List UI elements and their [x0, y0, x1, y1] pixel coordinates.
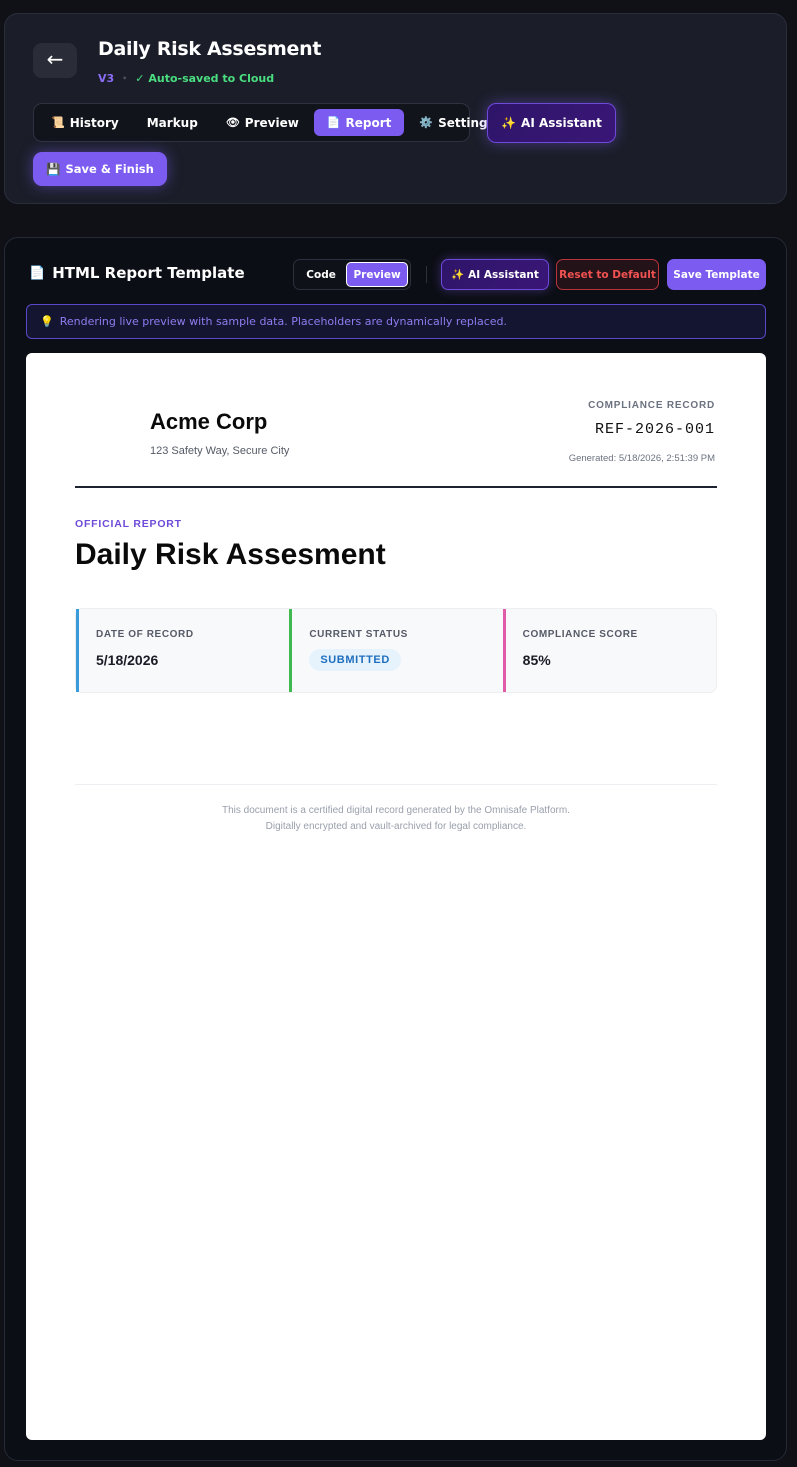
tab-preview[interactable]: 👁 Preview	[213, 109, 312, 136]
eye-icon: 👁	[225, 116, 240, 129]
button-label: AI Assistant	[521, 116, 602, 130]
generated-timestamp: Generated: 5/18/2026, 2:51:39 PM	[568, 453, 715, 464]
date-card: DATE OF RECORD 5/18/2026	[76, 609, 289, 692]
tab-label: Markup	[146, 115, 198, 130]
header-divider	[75, 486, 717, 488]
footer-line: Digitally encrypted and vault-archived f…	[265, 821, 527, 832]
document-icon: 📄	[29, 265, 46, 281]
sparkles-icon: ✨	[451, 269, 465, 281]
tab-markup[interactable]: Markup	[134, 109, 211, 136]
record-id: REF-2026-001	[594, 421, 715, 438]
company-name: Acme Corp	[150, 409, 268, 434]
reset-to-default-button[interactable]: Reset to Default	[556, 259, 659, 290]
footer-line: This document is a certified digital rec…	[222, 805, 570, 816]
tab-label: History	[69, 115, 119, 130]
company-address: 123 Safety Way, Secure City	[150, 445, 290, 457]
preview-notice: 💡 Rendering live preview with sample dat…	[26, 304, 766, 339]
card-label: CURRENT STATUS	[309, 629, 408, 640]
toolbar-divider	[426, 266, 427, 283]
status-badge: SUBMITTED	[309, 649, 401, 671]
card-accent	[289, 609, 293, 692]
card-label: DATE OF RECORD	[96, 629, 194, 640]
template-title: 📄 HTML Report Template	[29, 264, 245, 282]
button-label: Save & Finish	[65, 162, 154, 176]
lightbulb-icon: 💡	[40, 315, 54, 328]
editor-header: ← Daily Risk Assesment V3 • ✓ Auto-saved…	[4, 13, 787, 204]
card-value: 5/18/2026	[96, 652, 159, 668]
document-icon: 📄	[326, 116, 341, 129]
card-accent	[76, 609, 79, 692]
score-card: COMPLIANCE SCORE 85%	[502, 609, 716, 692]
ai-assistant-button[interactable]: ✨ AI Assistant	[487, 103, 616, 143]
back-button[interactable]: ←	[33, 43, 77, 78]
preview-mode-button[interactable]: Preview	[346, 262, 408, 287]
autosave-status: ✓ Auto-saved to Cloud	[135, 72, 275, 85]
card-accent	[502, 609, 506, 692]
status-card: CURRENT STATUS SUBMITTED	[289, 609, 502, 692]
tab-label: Preview	[244, 115, 299, 130]
card-label: COMPLIANCE SCORE	[522, 629, 638, 640]
gear-icon: ⚙️	[419, 116, 434, 129]
footer-divider	[75, 784, 717, 785]
notice-text: Rendering live preview with sample data.…	[59, 315, 508, 328]
meta-row: V3 • ✓ Auto-saved to Cloud	[98, 72, 274, 85]
tab-history[interactable]: 📜 History	[38, 109, 132, 136]
scroll-icon: 📜	[51, 116, 65, 129]
floppy-disk-icon: 💾	[46, 162, 61, 176]
save-finish-button[interactable]: 💾 Save & Finish	[33, 152, 167, 186]
sparkles-icon: ✨	[501, 116, 517, 130]
mode-toggle: Code Preview	[293, 259, 411, 290]
tab-report[interactable]: 📄 Report	[313, 109, 405, 136]
view-tabs: 📜 History Markup 👁 Preview 📄 Report ⚙️ S…	[33, 103, 495, 142]
arrow-left-icon: ←	[46, 47, 64, 71]
record-label: COMPLIANCE RECORD	[588, 400, 715, 411]
save-template-button[interactable]: Save Template	[667, 259, 766, 290]
report-footer: This document is a certified digital rec…	[75, 803, 717, 835]
meta-separator: •	[122, 74, 128, 83]
code-mode-button[interactable]: Code	[296, 262, 346, 287]
page-title: Daily Risk Assesment	[98, 38, 322, 60]
report-preview: Acme Corp 123 Safety Way, Secure City CO…	[26, 353, 766, 1440]
report-kicker: OFFICIAL REPORT	[75, 518, 182, 530]
tab-label: Report	[345, 115, 392, 130]
report-title: Daily Risk Assesment	[75, 538, 386, 571]
version-badge: V3	[98, 72, 115, 85]
template-editor: 📄 HTML Report Template Code Preview ✨ AI…	[4, 237, 787, 1461]
summary-cards: DATE OF RECORD 5/18/2026 CURRENT STATUS …	[75, 608, 717, 693]
card-value: 85%	[522, 652, 551, 668]
template-title-text: HTML Report Template	[52, 264, 245, 282]
template-ai-assistant-button[interactable]: ✨ AI Assistant	[441, 259, 549, 290]
button-label: AI Assistant	[468, 268, 539, 281]
